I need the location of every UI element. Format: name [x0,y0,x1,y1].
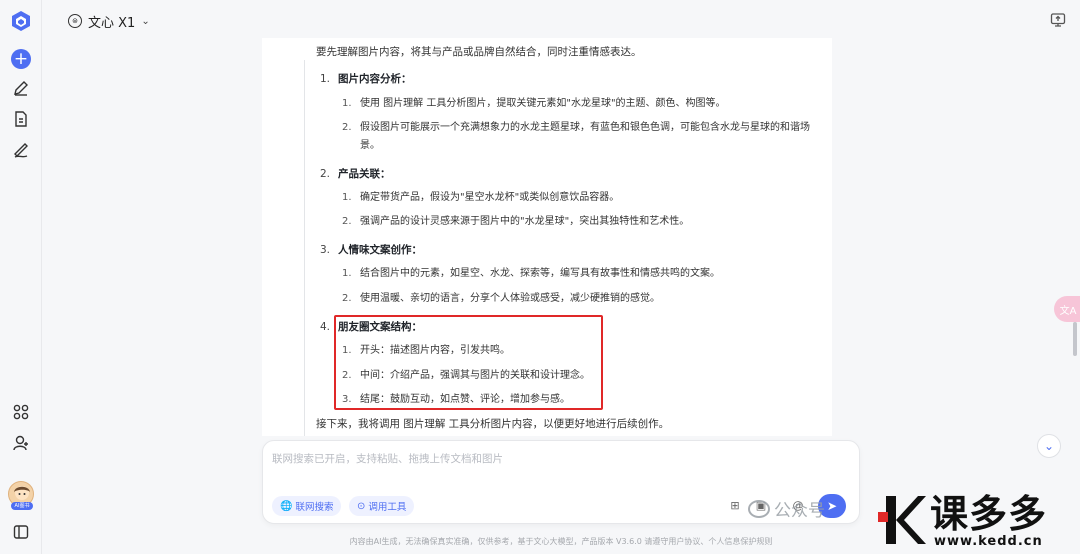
highlight-box [334,315,603,410]
list-item: 1. 结合图片中的元素，如星空、水龙、探索等，编写具有故事性和情感共鸣的文案。 [342,268,720,279]
apps-icon[interactable] [12,403,30,421]
response-intro: 要先理解图片内容，将其与产品或品牌自然结合，同时注重情感表达。 [316,46,642,58]
logo-icon[interactable] [11,10,31,32]
upload-file-icon[interactable]: ⊞ [728,498,742,512]
scrollbar[interactable] [1073,322,1077,356]
avatar-badge: AI图书 [11,502,33,510]
wechat-icon [748,499,770,518]
sidebar: + AI图书 [0,0,42,554]
chevron-down-icon: ⌄ [141,15,150,27]
footer-disclaimer: 内容由AI生成，无法确保真实准确，仅供参考，基于文心大模型，产品版本 V3.6.… [349,537,773,546]
section-heading: 2. 产品关联： [320,168,391,180]
wechat-watermark: 公众号 [748,496,825,521]
document-icon[interactable] [12,110,30,128]
globe-icon: 🌐 [280,500,293,512]
list-item: 2. 假设图片可能展示一个充满想象力的水龙主题星球，有蓝色和银色色调，可能包含水龙… [342,122,810,151]
scroll-down-button[interactable]: ⌄ [1037,434,1061,458]
translate-icon[interactable]: 文A [1054,296,1080,322]
new-chat-icon[interactable]: + [11,49,31,69]
model-name: 文心 X1 [88,15,136,31]
call-tools-button[interactable]: ⊙ 调用工具 [349,496,415,516]
section-heading: 1. 图片内容分析： [320,73,412,85]
quote-line [304,60,305,436]
user-icon[interactable] [12,434,30,452]
model-icon: ⊜ [68,14,82,28]
model-selector[interactable]: ⊜ 文心 X1 ⌄ [68,11,150,31]
brand-watermark: 课多多 [930,492,1048,536]
list-item: 1. 确定带货产品，假设为"星空水龙杯"或类似创意饮品容器。 [342,192,620,203]
web-search-button[interactable]: 🌐 联网搜索 [272,496,342,516]
draw-icon[interactable] [12,141,30,159]
section-heading: 3. 人情味文案创作： [320,244,422,256]
response-outro: 接下来，我将调用 图片理解 工具分析图片内容，以便更好地进行后续创作。 [316,418,670,430]
list-item: 2. 强调产品的设计灵感来源于图片中的"水龙星球"，突出其独特性和艺术性。 [342,216,690,227]
list-item: 1. 使用 图片理解 工具分析图片，提取关键元素如"水龙星球"的主题、颜色、构图等… [342,98,726,109]
input-placeholder: 联网搜索已开启，支持粘贴、拖拽上传文档和图片 [272,453,503,465]
edit-icon[interactable] [12,79,30,97]
tool-icon: ⊙ [357,500,366,512]
screen-share-icon[interactable] [1050,12,1066,28]
list-item: 2. 使用温暖、亲切的语言，分享个人体验或感受，减少硬推销的感觉。 [342,293,660,304]
